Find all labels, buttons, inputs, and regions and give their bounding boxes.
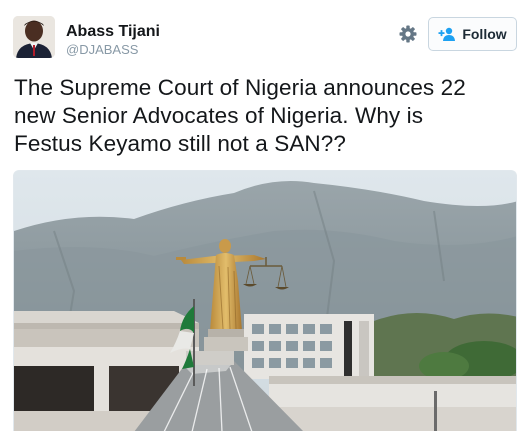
avatar[interactable] <box>13 16 55 58</box>
follow-button[interactable]: Follow <box>428 17 517 51</box>
follow-label: Follow <box>462 26 507 42</box>
gear-icon[interactable] <box>398 24 418 44</box>
photo-supreme-court-statue-icon <box>14 171 516 431</box>
tweet-text: The Supreme Court of Nigeria announces 2… <box>14 74 509 158</box>
tweet-card: Abass Tijani @DJABASS Follow The Supreme… <box>0 0 518 431</box>
tweet-text-line: The Supreme Court of Nigeria announces 2… <box>14 75 466 100</box>
author-display-name[interactable]: Abass Tijani <box>66 23 160 41</box>
person-avatar-icon <box>13 16 55 58</box>
tweet-text-line: new Senior Advocates of Nigeria. Why is <box>14 103 424 128</box>
add-user-icon <box>438 27 456 41</box>
tweet-text-line: Festus Keyamo still not a SAN?? <box>14 131 346 156</box>
author-handle[interactable]: @DJABASS <box>66 42 138 57</box>
tweet-media-photo[interactable] <box>13 170 517 431</box>
